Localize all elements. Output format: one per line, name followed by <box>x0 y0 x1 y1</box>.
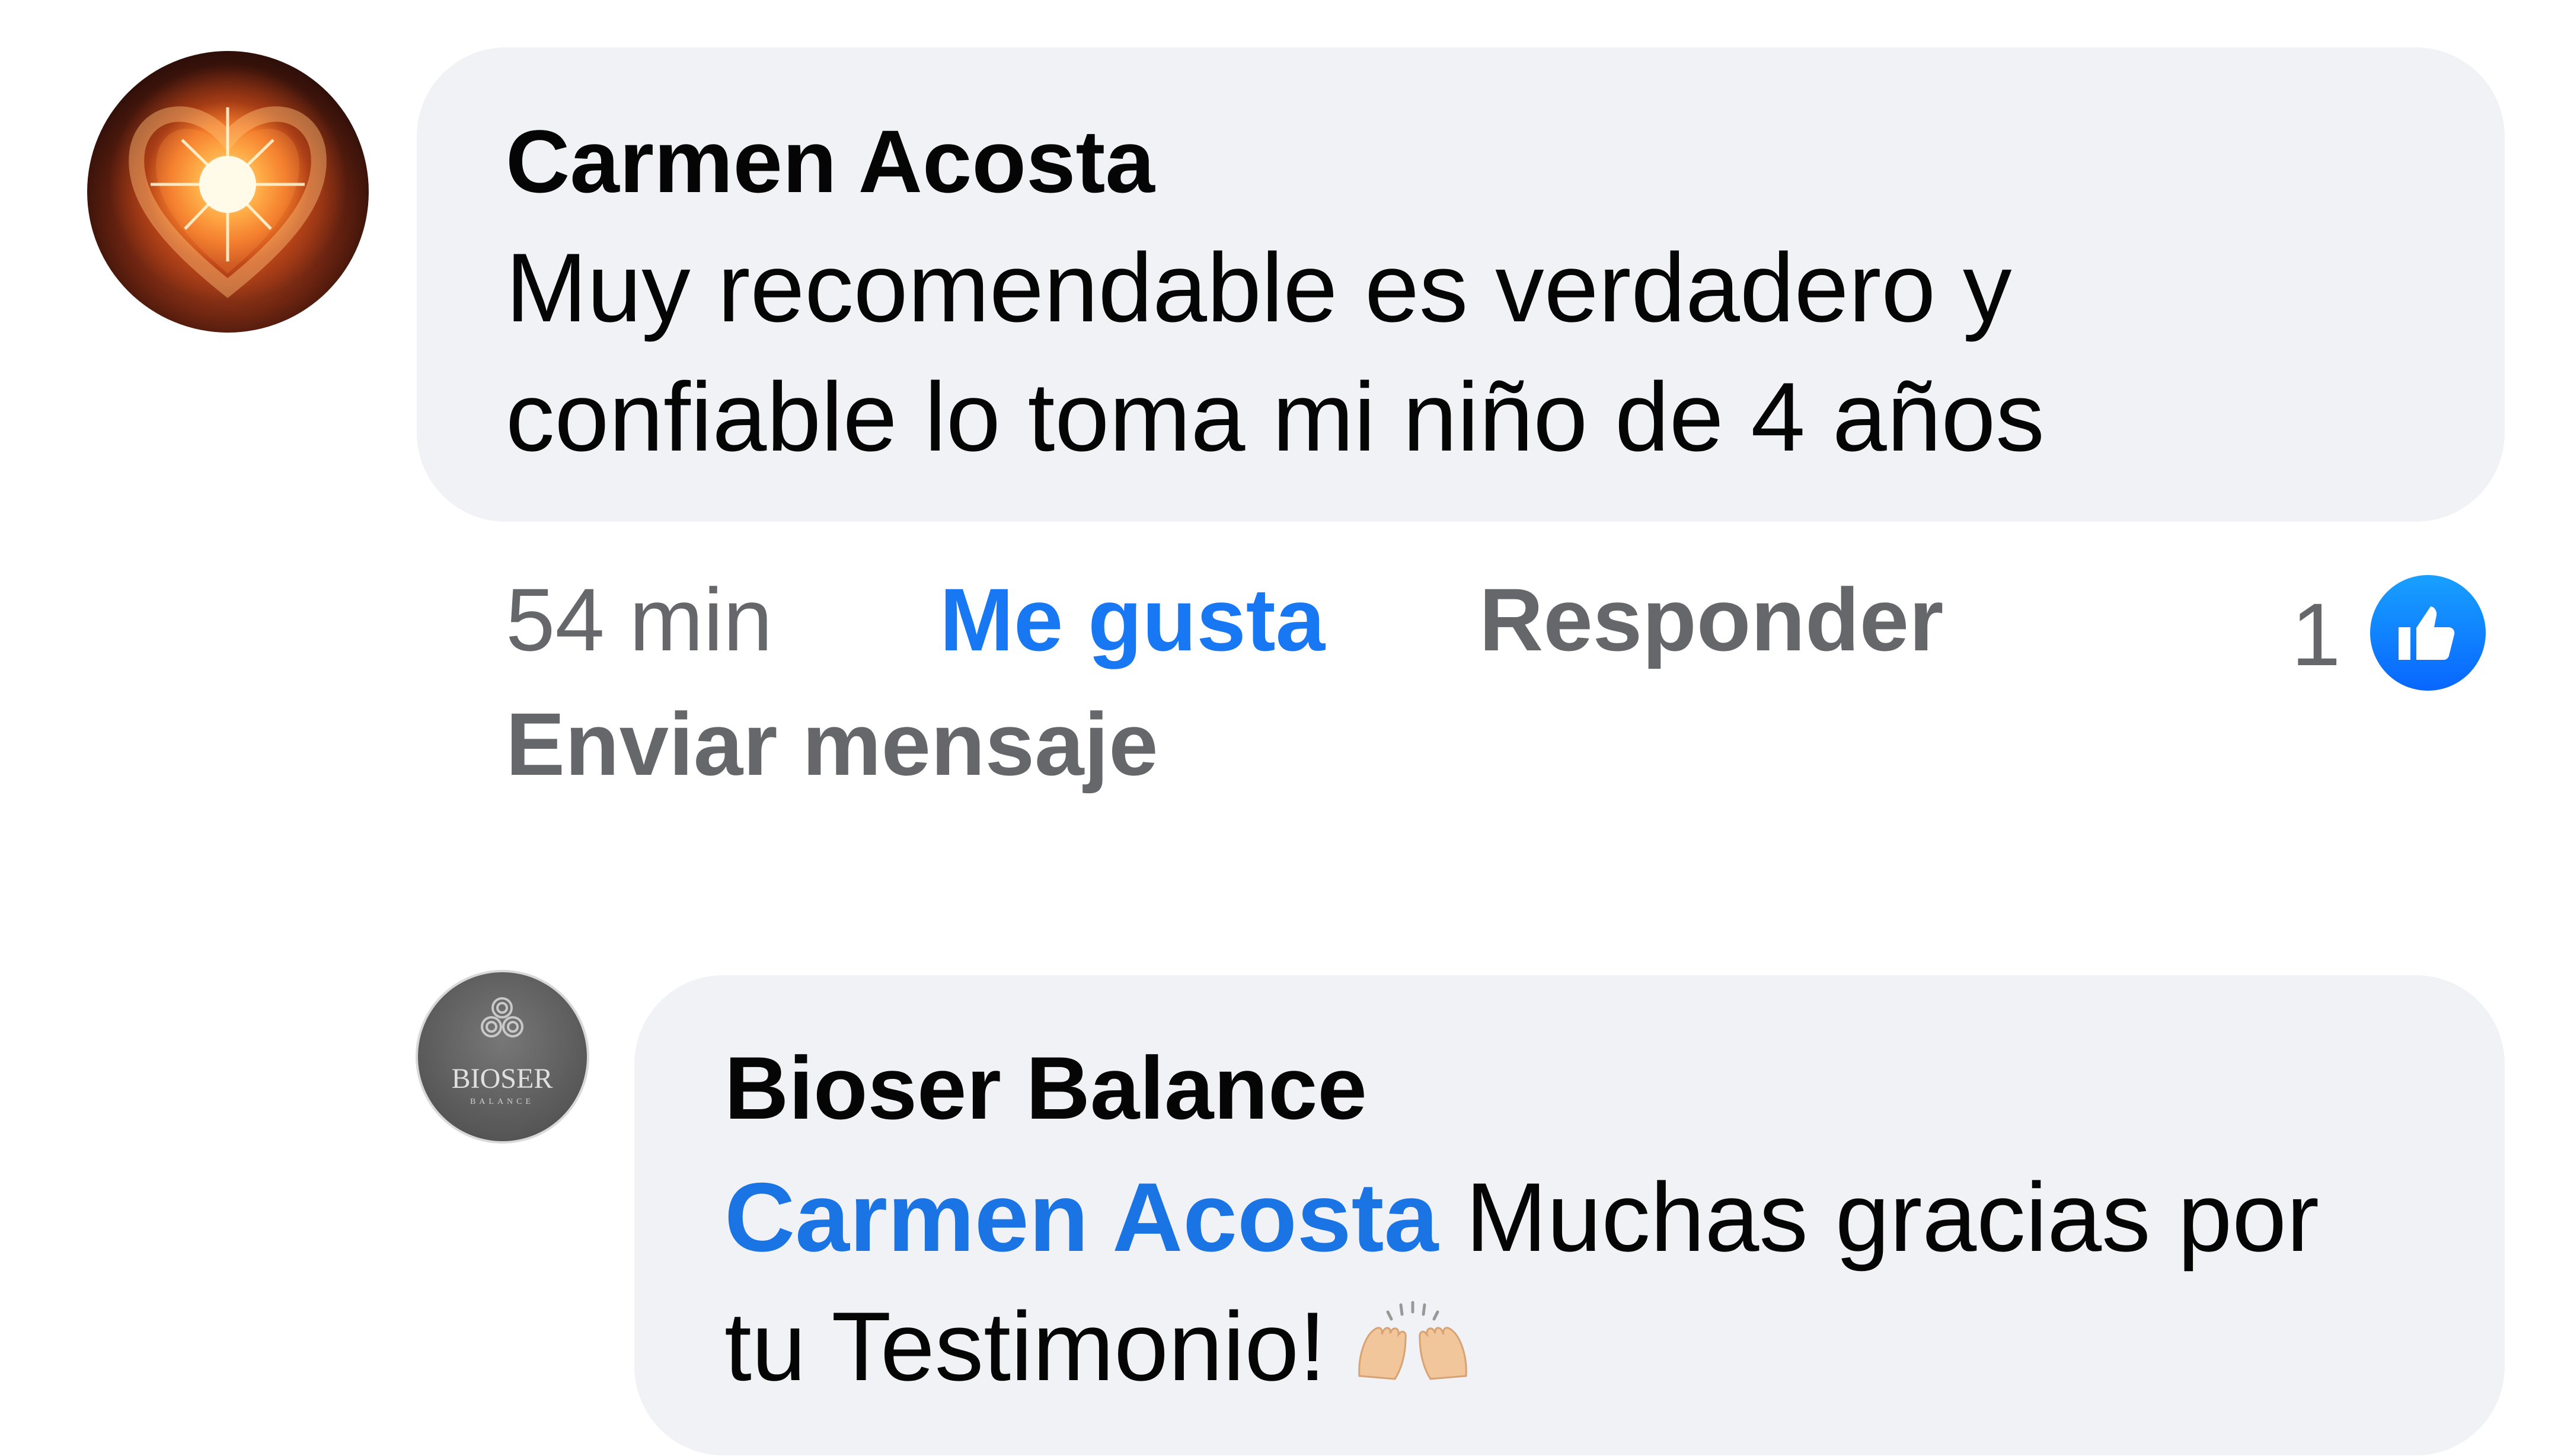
svg-text:BIOSER: BIOSER <box>452 1063 553 1094</box>
mention-link[interactable]: Carmen Acosta <box>724 1163 1438 1272</box>
reply-author-name[interactable]: Bioser Balance <box>724 1043 1367 1132</box>
comment-text-line-1: Muy recomendable es verdadero y <box>506 233 2012 342</box>
thumbs-up-icon <box>2398 606 2454 660</box>
comment-author-name[interactable]: Carmen Acosta <box>506 117 1155 206</box>
comment-text-line-2: confiable lo toma mi niño de 4 años <box>506 362 2045 471</box>
like-reaction-badge[interactable] <box>2370 575 2486 691</box>
like-button[interactable]: Me gusta <box>940 575 1325 664</box>
like-count[interactable]: 1 <box>2291 590 2340 679</box>
reply-text-line-2: tu Testimonio! <box>724 1282 1472 1419</box>
reply-button[interactable]: Responder <box>1479 575 1943 664</box>
svg-text:BALANCE: BALANCE <box>470 1097 534 1106</box>
bioser-triskelion-logo-icon: BIOSER BALANCE <box>452 997 553 1106</box>
carmen-acosta-avatar[interactable] <box>87 51 369 333</box>
reply-text-line-1: Carmen Acosta Muchas gracias por <box>724 1163 2319 1272</box>
send-message-button[interactable]: Enviar mensaje <box>506 700 1158 788</box>
bioser-balance-avatar[interactable]: BIOSER BALANCE <box>418 972 587 1141</box>
heart-light-icon <box>129 106 327 298</box>
raising-hands-emoji-icon <box>1353 1289 1472 1419</box>
comment-timestamp[interactable]: 54 min <box>506 575 772 664</box>
